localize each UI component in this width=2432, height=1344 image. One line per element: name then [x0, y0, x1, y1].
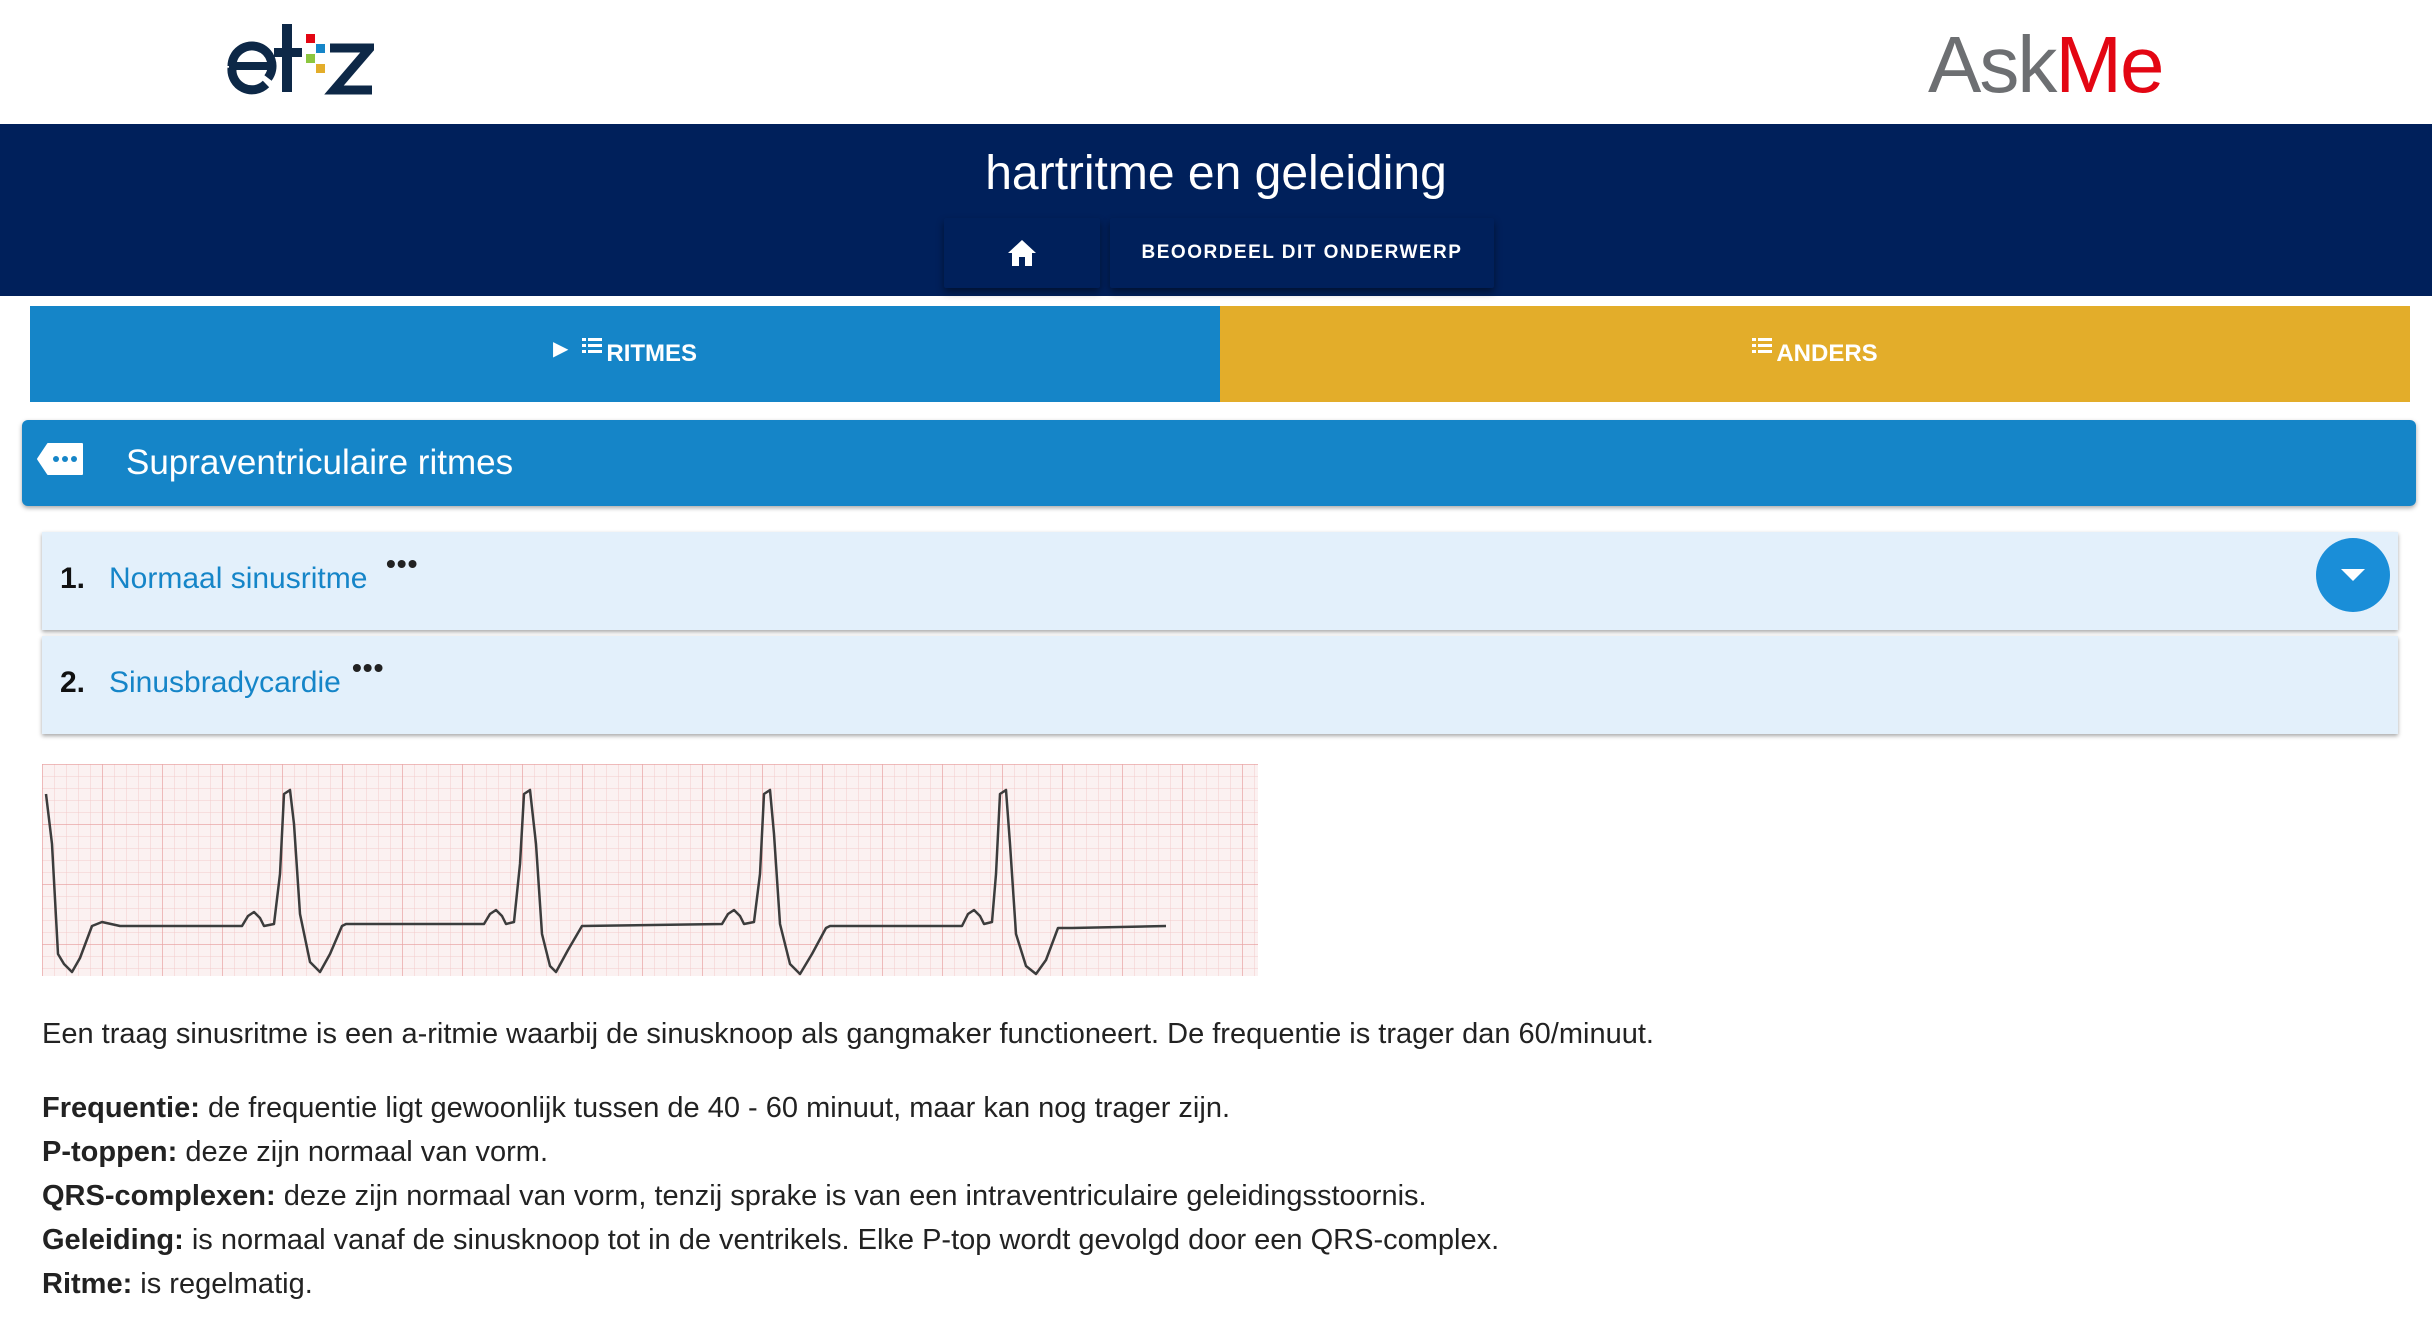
rate-topic-button[interactable]: BEOORDEEL DIT ONDERWERP	[1110, 218, 1494, 288]
section-title: Supraventriculaire ritmes	[126, 443, 514, 482]
top-bar: AskMe	[0, 0, 2432, 124]
info-row-frequentie: Frequentie: de frequentie ligt gewoonlij…	[42, 1086, 2342, 1130]
row-term: QRS-complexen:	[42, 1180, 276, 1212]
play-icon: ▶	[552, 337, 569, 360]
row-term: Ritme:	[42, 1268, 133, 1300]
item-label[interactable]: Sinusbradycardie	[109, 666, 341, 700]
row-term: P-toppen:	[42, 1136, 178, 1168]
comment-dots-icon	[36, 440, 86, 485]
askme-logo-ask: Ask	[1928, 20, 2057, 109]
tab-anders-label: ANDERS	[1776, 340, 1878, 367]
more-dots-icon[interactable]: •••	[352, 652, 384, 684]
etz-logo[interactable]	[224, 18, 374, 102]
accordion-item-normaal-sinusritme[interactable]: 1. Normaal sinusritme •••	[42, 532, 2398, 630]
row-text: deze zijn normaal van vorm, tenzij sprak…	[275, 1180, 1427, 1212]
askme-logo-me: Me	[2055, 20, 2164, 109]
content-body: Een traag sinusritme is een a-ritmie waa…	[42, 1012, 2342, 1306]
row-text: is regelmatig.	[132, 1268, 313, 1300]
info-row-qrs-complexen: QRS-complexen: deze zijn normaal van vor…	[42, 1174, 2342, 1218]
row-text: is normaal vanaf de sinusknoop tot in de…	[183, 1224, 1500, 1256]
chevron-down-icon	[2341, 569, 2365, 581]
item-number: 2.	[60, 666, 86, 699]
ecg-strip-image	[42, 764, 1258, 976]
list-icon	[582, 334, 603, 362]
info-row-geleiding: Geleiding: is normaal vanaf de sinusknoo…	[42, 1218, 2342, 1262]
home-icon	[1008, 240, 1036, 266]
askme-logo[interactable]: AskMe	[1928, 20, 2165, 110]
tab-bar: ▶ RITMES ANDERS	[30, 306, 2410, 402]
expand-toggle-button[interactable]	[2316, 538, 2390, 612]
item-number: 1.	[60, 562, 86, 595]
info-row-ritme: Ritme: is regelmatig.	[42, 1262, 2342, 1306]
section-header: Supraventriculaire ritmes	[22, 420, 2416, 506]
row-term: Geleiding:	[42, 1224, 184, 1256]
tab-ritmes[interactable]: ▶ RITMES	[30, 306, 1220, 402]
list-icon	[1752, 334, 1773, 362]
tab-ritmes-label: RITMES	[606, 340, 698, 367]
row-text: de frequentie ligt gewoonlijk tussen de …	[199, 1092, 1231, 1124]
page-header: hartritme en geleiding BEOORDEEL DIT OND…	[0, 124, 2432, 296]
more-dots-icon[interactable]: •••	[386, 548, 418, 580]
page-title: hartritme en geleiding	[985, 147, 1447, 200]
intro-paragraph: Een traag sinusritme is een a-ritmie waa…	[42, 1018, 1654, 1050]
accordion-item-sinusbradycardie[interactable]: 2. Sinusbradycardie •••	[42, 636, 2398, 734]
item-label[interactable]: Normaal sinusritme	[109, 562, 367, 596]
info-row-p-toppen: P-toppen: deze zijn normaal van vorm.	[42, 1130, 2342, 1174]
row-text: deze zijn normaal van vorm.	[177, 1136, 549, 1168]
home-button[interactable]	[944, 218, 1100, 288]
row-term: Frequentie:	[42, 1092, 200, 1124]
tab-anders[interactable]: ANDERS	[1220, 306, 2410, 402]
